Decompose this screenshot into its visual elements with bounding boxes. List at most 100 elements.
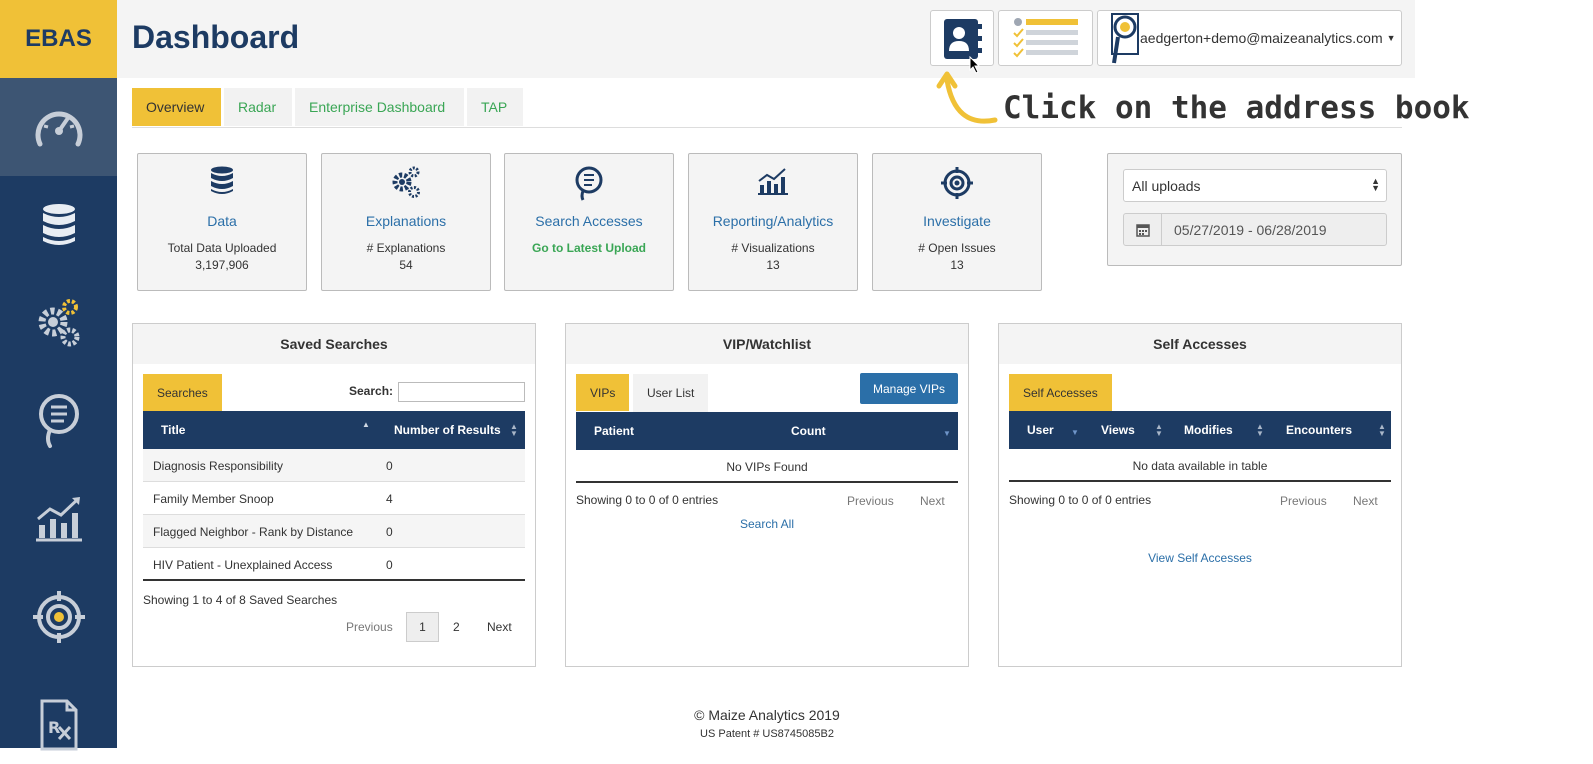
crosshair-icon	[32, 591, 85, 643]
column-modifies[interactable]: Modifies	[1184, 423, 1233, 437]
user-menu[interactable]: aedgerton+demo@maizeanalytics.com ▼	[1097, 10, 1402, 66]
row-title: Diagnosis Responsibility	[153, 459, 284, 473]
sidebar-item-search[interactable]	[0, 372, 117, 470]
empty-message: No data available in table	[1132, 459, 1268, 473]
calendar-icon[interactable]	[1124, 214, 1162, 245]
column-title[interactable]: Title	[161, 423, 185, 437]
pager-next[interactable]: Next	[1353, 494, 1378, 508]
row-title: HIV Patient - Unexplained Access	[153, 558, 333, 572]
self-accesses-panel: Self Accesses Self Accesses User ▼ Views…	[998, 323, 1402, 667]
sidebar-item-reporting[interactable]	[0, 470, 117, 568]
callout-text: Click on the address book	[1003, 90, 1470, 126]
sidebar-item-data[interactable]	[0, 176, 117, 274]
empty-message: No VIPs Found	[726, 460, 808, 474]
card-explanations[interactable]: Explanations # Explanations 54	[321, 153, 491, 291]
footer-copyright: © Maize Analytics 2019	[694, 707, 840, 723]
tab-radar[interactable]: Radar	[224, 88, 292, 126]
manage-vips-button[interactable]: Manage VIPs	[860, 373, 958, 404]
pager-next[interactable]: Next	[920, 494, 945, 508]
sidebar-item-dashboard[interactable]	[0, 78, 117, 176]
card-title: Data	[207, 213, 237, 229]
address-book-icon	[944, 19, 982, 59]
tab-user-list[interactable]: User List	[633, 374, 709, 412]
pager-previous[interactable]: Previous	[847, 494, 894, 508]
table-row[interactable]: Flagged Neighbor - Rank by Distance 0	[143, 515, 525, 548]
panel-title: Saved Searches	[133, 324, 535, 364]
panel-title: Self Accesses	[999, 324, 1401, 364]
card-label: # Explanations	[366, 241, 446, 255]
row-count: 4	[386, 492, 393, 506]
sidebar-item-explanations[interactable]	[0, 274, 117, 372]
user-email: aedgerton+demo@maizeanalytics.com	[1140, 30, 1383, 46]
card-value: 54	[399, 258, 413, 272]
card-search-accesses[interactable]: Search Accesses Go to Latest Upload	[504, 153, 674, 291]
column-count[interactable]: Count	[791, 424, 826, 438]
pager-previous[interactable]: Previous	[1280, 494, 1327, 508]
row-title: Family Member Snoop	[153, 492, 274, 506]
page-title: Dashboard	[132, 19, 300, 55]
checklist-icon	[1013, 18, 1078, 58]
search-all-link[interactable]: Search All	[566, 517, 968, 531]
card-data[interactable]: Data Total Data Uploaded 3,197,906	[137, 153, 307, 291]
select-arrows-icon: ▲ ▼	[1371, 176, 1380, 193]
filter-panel: All uploads ▲ ▼ 05/27/2019 - 06/28/2019	[1107, 153, 1402, 266]
card-value: 13	[766, 258, 780, 272]
brand-logo[interactable]: EBAS	[0, 0, 117, 78]
tab-searches[interactable]: Searches	[143, 374, 222, 411]
column-patient[interactable]: Patient	[594, 424, 634, 438]
card-value: 3,197,906	[195, 258, 249, 272]
card-reporting[interactable]: Reporting/Analytics # Visualizations 13	[688, 153, 858, 291]
sidebar: EBAS R	[0, 0, 117, 751]
saved-searches-search-input[interactable]	[398, 382, 525, 402]
sort-desc-icon: ▼	[1071, 428, 1079, 437]
tab-self-accesses[interactable]: Self Accesses	[1009, 374, 1112, 411]
sidebar-item-investigate[interactable]	[0, 568, 117, 666]
card-investigate[interactable]: Investigate # Open Issues 13	[872, 153, 1042, 291]
upload-select-value: All uploads	[1132, 177, 1201, 194]
checklist-button[interactable]	[998, 10, 1093, 66]
panel-title: VIP/Watchlist	[566, 324, 968, 364]
callout-arrow-icon	[936, 71, 998, 124]
gears-icon	[392, 166, 420, 198]
pager-page-1[interactable]: 1	[406, 612, 439, 642]
pager-next[interactable]: Next	[487, 620, 512, 634]
table-info: Showing 0 to 0 of 0 entries	[576, 493, 719, 507]
sort-desc-icon: ▼	[943, 429, 951, 438]
tab-enterprise-dashboard[interactable]: Enterprise Dashboard	[295, 88, 464, 126]
upload-select[interactable]: All uploads ▲ ▼	[1123, 169, 1387, 202]
column-encounters[interactable]: Encounters	[1286, 423, 1352, 437]
pager-page-2[interactable]: 2	[453, 620, 460, 634]
view-self-accesses-link[interactable]: View Self Accesses	[999, 551, 1401, 565]
table-row[interactable]: Diagnosis Responsibility 0	[143, 449, 525, 482]
pager-previous[interactable]: Previous	[346, 620, 393, 634]
column-user[interactable]: User	[1027, 423, 1054, 437]
card-label: # Visualizations	[731, 241, 815, 255]
card-label: # Open Issues	[918, 241, 996, 255]
row-count: 0	[386, 525, 393, 539]
saved-searches-panel: Saved Searches Searches Search: Title ▲ …	[132, 323, 536, 667]
table-row[interactable]: HIV Patient - Unexplained Access 0	[143, 548, 525, 581]
sort-asc-icon: ▲	[362, 420, 370, 429]
search-label: Search:	[349, 384, 394, 398]
table-header: Title ▲ Number of Results ▲ ▼	[143, 411, 525, 449]
tab-tap[interactable]: TAP	[467, 88, 523, 126]
tab-vips[interactable]: VIPs	[576, 374, 630, 411]
card-title: Reporting/Analytics	[712, 213, 834, 229]
row-count: 0	[386, 558, 393, 572]
column-number-of-results[interactable]: Number of Results	[394, 423, 501, 437]
row-title: Flagged Neighbor - Rank by Distance	[153, 525, 354, 539]
tab-overview[interactable]: Overview	[132, 88, 221, 126]
vip-watchlist-panel: VIP/Watchlist VIPs User List Manage VIPs…	[565, 323, 969, 667]
sort-icon: ▲ ▼	[510, 422, 518, 438]
chart-icon	[35, 497, 82, 542]
table-row[interactable]: Family Member Snoop 4	[143, 482, 525, 515]
table-info: Showing 0 to 0 of 0 entries	[1009, 493, 1152, 507]
table-header: User ▼ Views ▲ ▼ Modifies ▲ ▼ Encounters ▲…	[1009, 411, 1391, 449]
latest-upload-link[interactable]: Go to Latest Upload	[505, 241, 673, 255]
card-label: Total Data Uploaded	[167, 241, 277, 255]
card-title: Explanations	[365, 213, 447, 229]
date-range-field[interactable]: 05/27/2019 - 06/28/2019	[1123, 213, 1387, 246]
address-book-button[interactable]	[930, 10, 994, 74]
column-views[interactable]: Views	[1101, 423, 1135, 437]
gears-icon	[38, 299, 79, 347]
